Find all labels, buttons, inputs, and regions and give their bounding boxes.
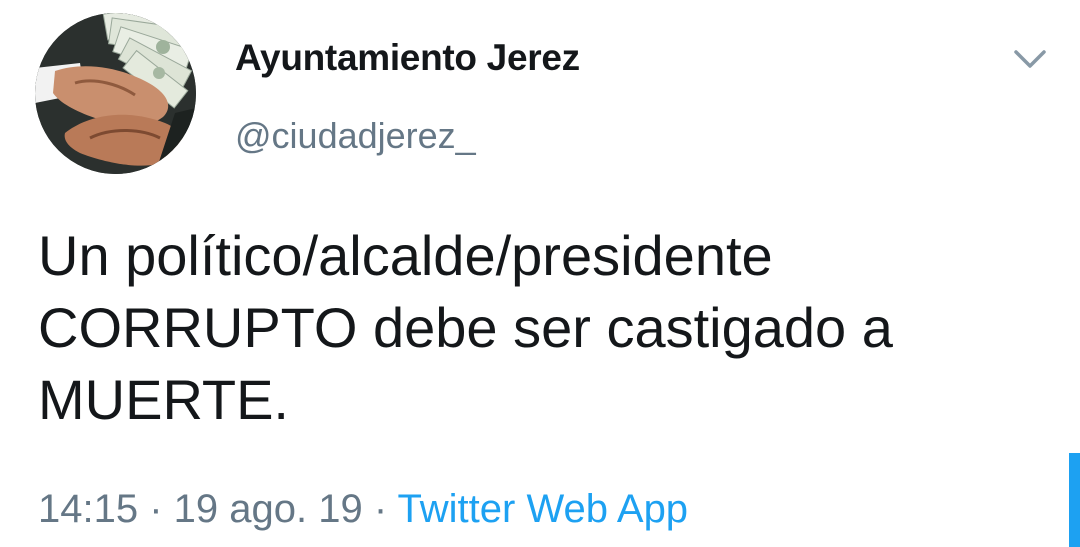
tweet-time[interactable]: 14:15: [38, 487, 138, 531]
scrollbar[interactable]: [1069, 453, 1080, 547]
display-name[interactable]: Ayuntamiento Jerez: [235, 37, 580, 79]
tweet-line: Un político/alcalde/presidente: [38, 224, 773, 287]
tweet-line: MUERTE.: [38, 368, 289, 431]
tweet-source-link[interactable]: Twitter Web App: [398, 487, 689, 531]
tweet-meta: 14:15 · 19 ago. 19 · Twitter Web App: [38, 487, 688, 532]
tweet-date[interactable]: 19 ago. 19: [174, 487, 363, 531]
meta-separator: ·: [138, 487, 174, 531]
avatar[interactable]: [35, 13, 196, 174]
handshake-money-icon: [35, 13, 196, 174]
user-handle[interactable]: @ciudadjerez_: [235, 115, 476, 157]
tweet-text: Un político/alcalde/presidente CORRUPTO …: [38, 220, 1048, 436]
chevron-down-icon[interactable]: [1010, 44, 1050, 74]
meta-separator: ·: [362, 487, 398, 531]
tweet-line: CORRUPTO debe ser castigado a: [38, 296, 893, 359]
